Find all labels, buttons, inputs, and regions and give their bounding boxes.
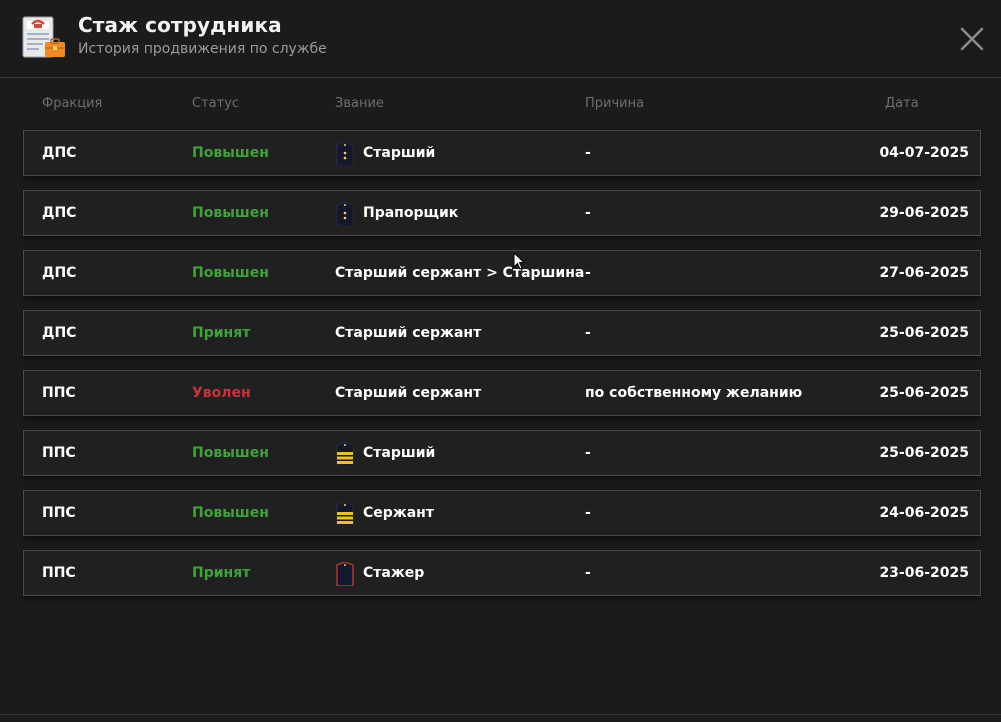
status-cell: Повышен [192, 445, 269, 461]
column-header-date: Дата [885, 96, 919, 111]
trainee-shoulder-icon [336, 562, 354, 586]
reason-cell: - [585, 325, 591, 341]
faction-cell: ДПС [42, 205, 77, 221]
status-cell: Принят [192, 565, 251, 581]
faction-cell: ППС [42, 505, 76, 521]
rank-cell: Старший сержант [335, 325, 482, 341]
date-cell: 25-06-2025 [879, 445, 969, 461]
pps-stripes-icon [336, 502, 354, 526]
column-header-rank: Звание [335, 96, 384, 111]
rank-cell: Стажер [363, 565, 425, 581]
column-header-reason: Причина [585, 96, 645, 111]
table-row[interactable]: ДПС Повышен Старший сержант > Старшина -… [23, 250, 981, 296]
faction-cell: ППС [42, 445, 76, 461]
pps-stripes-icon [336, 442, 354, 466]
status-cell: Повышен [192, 265, 269, 281]
date-cell: 23-06-2025 [879, 565, 969, 581]
reason-cell: - [585, 565, 591, 581]
column-header-faction: Фракция [42, 96, 103, 111]
table-row[interactable]: ППС Принят Стажер - 23-06-2025 [23, 550, 981, 596]
page-subtitle: История продвижения по службе [78, 41, 327, 57]
status-cell: Повышен [192, 205, 269, 221]
status-cell: Повышен [192, 145, 269, 161]
reason-cell: - [585, 145, 591, 161]
faction-cell: ППС [42, 565, 76, 581]
date-cell: 25-06-2025 [879, 325, 969, 341]
mouse-cursor-icon [513, 252, 526, 270]
date-cell: 04-07-2025 [879, 145, 969, 161]
reason-cell: по собственному желанию [585, 385, 803, 401]
dps-shoulder-icon [336, 142, 354, 166]
dps-shoulder-icon [336, 202, 354, 226]
history-table: ДПС Повышен Старший - 04-07-2025 ДПС Пов… [23, 130, 981, 610]
reason-cell: - [585, 205, 591, 221]
reason-cell: - [585, 505, 591, 521]
faction-cell: ДПС [42, 265, 77, 281]
rank-cell: Старший сержант > Старшина [335, 265, 585, 281]
employee-history-icon [22, 16, 65, 58]
status-cell: Повышен [192, 505, 269, 521]
rank-cell: Прапорщик [363, 205, 459, 221]
table-row[interactable]: ППС Повышен Сержант - 24-06-2025 [23, 490, 981, 536]
status-cell: Уволен [192, 385, 251, 401]
close-icon [960, 27, 984, 51]
faction-cell: ДПС [42, 145, 77, 161]
rank-cell: Сержант [363, 505, 434, 521]
modal-header: Стаж сотрудника История продвижения по с… [0, 0, 1001, 78]
table-header: Фракция Статус Звание Причина Дата [24, 92, 980, 116]
rank-cell: Старший [363, 445, 436, 461]
status-cell: Принят [192, 325, 251, 341]
table-row[interactable]: ДПС Принят Старший сержант - 25-06-2025 [23, 310, 981, 356]
date-cell: 24-06-2025 [879, 505, 969, 521]
table-row[interactable]: ДПС Повышен Прапорщик - 29-06-2025 [23, 190, 981, 236]
column-header-status: Статус [192, 96, 240, 111]
reason-cell: - [585, 265, 591, 281]
rank-cell: Старший [363, 145, 436, 161]
table-row[interactable]: ППС Уволен Старший сержант по собственно… [23, 370, 981, 416]
date-cell: 25-06-2025 [879, 385, 969, 401]
faction-cell: ДПС [42, 325, 77, 341]
table-row[interactable]: ДПС Повышен Старший - 04-07-2025 [23, 130, 981, 176]
footer-divider [0, 714, 1001, 715]
close-button[interactable] [957, 24, 987, 54]
faction-cell: ППС [42, 385, 76, 401]
table-row[interactable]: ППС Повышен Старший - 25-06-2025 [23, 430, 981, 476]
rank-cell: Старший сержант [335, 385, 482, 401]
page-title: Стаж сотрудника [78, 13, 282, 37]
date-cell: 27-06-2025 [879, 265, 969, 281]
reason-cell: - [585, 445, 591, 461]
date-cell: 29-06-2025 [879, 205, 969, 221]
